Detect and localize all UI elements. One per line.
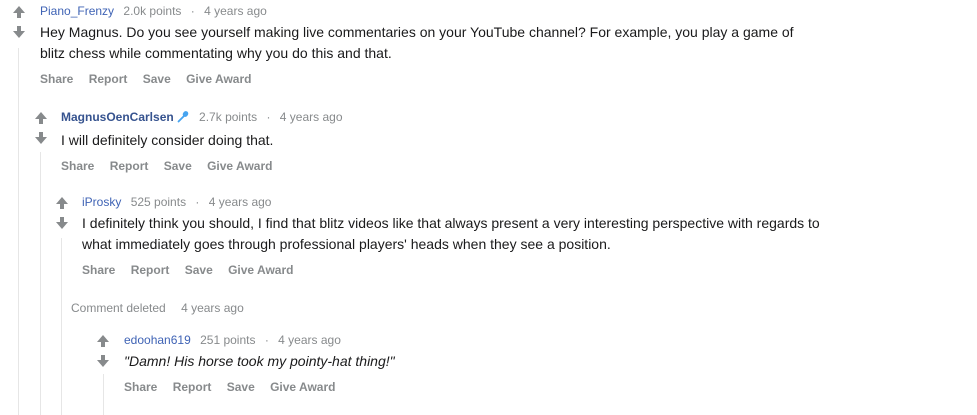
microphone-icon [177, 110, 190, 126]
give-award-button[interactable]: Give Award [207, 159, 272, 173]
save-button[interactable]: Save [143, 72, 171, 86]
comment-age[interactable]: 4 years ago [280, 110, 343, 124]
comment-age[interactable]: 4 years ago [181, 301, 244, 315]
comment-body: I will definitely consider doing that. [61, 130, 343, 151]
comment-body: I definitely think you should, I find th… [82, 213, 820, 255]
give-award-button[interactable]: Give Award [186, 72, 251, 86]
meta-separator: · [195, 195, 200, 209]
comment-author[interactable]: Piano_Frenzy [40, 4, 114, 18]
comment-actions: Share Report Save Give Award [82, 263, 820, 277]
comment-points: 525 points [130, 195, 187, 209]
comment-author[interactable]: iProsky [82, 195, 121, 209]
downvote-arrow-icon[interactable] [12, 25, 26, 39]
comment-actions: Share Report Save Give Award [61, 159, 343, 173]
vote-controls [12, 5, 26, 39]
comment-meta: iProsky 525 points · 4 years ago [82, 195, 820, 209]
thread-line[interactable] [40, 152, 41, 415]
deleted-comment: Comment deleted 4 years ago [71, 301, 244, 315]
downvote-arrow-icon[interactable] [34, 131, 48, 145]
comment-meta: edoohan619 251 points · 4 years ago [124, 333, 395, 347]
thread-line[interactable] [61, 238, 62, 415]
comment-body-line: I definitely think you should, I find th… [82, 215, 820, 231]
comment-meta: Piano_Frenzy 2.0k points · 4 years ago [40, 4, 794, 18]
report-button[interactable]: Report [173, 380, 212, 394]
comment-age[interactable]: 4 years ago [204, 4, 267, 18]
comment-meta: MagnusOenCarlsen 2.7k points · 4 years a… [61, 110, 343, 126]
thread-line[interactable] [103, 374, 104, 415]
comment-points: 2.0k points [123, 4, 182, 18]
vote-controls [55, 196, 69, 230]
comment-body-line: "Damn! His horse took my pointy-hat thin… [124, 353, 395, 369]
report-button[interactable]: Report [89, 72, 128, 86]
comment-body: "Damn! His horse took my pointy-hat thin… [124, 351, 395, 372]
thread-line[interactable] [18, 48, 19, 415]
comment: edoohan619 251 points · 4 years ago "Dam… [124, 333, 395, 394]
meta-separator: · [190, 4, 195, 18]
save-button[interactable]: Save [185, 263, 213, 277]
save-button[interactable]: Save [164, 159, 192, 173]
comment: Piano_Frenzy 2.0k points · 4 years ago H… [40, 4, 794, 86]
vote-controls [34, 111, 48, 145]
vote-controls [96, 334, 110, 368]
comment: MagnusOenCarlsen 2.7k points · 4 years a… [61, 110, 343, 173]
comment: iProsky 525 points · 4 years ago I defin… [82, 195, 820, 277]
comment-body-line: Hey Magnus. Do you see yourself making l… [40, 24, 794, 40]
share-button[interactable]: Share [124, 380, 157, 394]
share-button[interactable]: Share [40, 72, 73, 86]
comment-age[interactable]: 4 years ago [278, 333, 341, 347]
comment-actions: Share Report Save Give Award [124, 380, 395, 394]
upvote-arrow-icon[interactable] [96, 334, 110, 348]
comment-actions: Share Report Save Give Award [40, 72, 794, 86]
report-button[interactable]: Report [131, 263, 170, 277]
comment-body-line: I will definitely consider doing that. [61, 132, 274, 148]
comment-body-line: blitz chess while commentating why you d… [40, 45, 392, 61]
report-button[interactable]: Report [110, 159, 149, 173]
save-button[interactable]: Save [227, 380, 255, 394]
comment-body-line: what immediately goes through profession… [82, 236, 611, 252]
comment-body: Hey Magnus. Do you see yourself making l… [40, 22, 794, 64]
comment-author[interactable]: MagnusOenCarlsen [61, 110, 174, 124]
comment-age[interactable]: 4 years ago [209, 195, 272, 209]
comment-points: 2.7k points [199, 110, 258, 124]
share-button[interactable]: Share [61, 159, 94, 173]
upvote-arrow-icon[interactable] [34, 111, 48, 125]
meta-separator: · [264, 333, 269, 347]
give-award-button[interactable]: Give Award [228, 263, 293, 277]
give-award-button[interactable]: Give Award [270, 380, 335, 394]
comment-points: 251 points [200, 333, 256, 347]
comment-author[interactable]: edoohan619 [124, 333, 191, 347]
deleted-label: Comment deleted [71, 301, 166, 315]
upvote-arrow-icon[interactable] [12, 5, 26, 19]
share-button[interactable]: Share [82, 263, 115, 277]
downvote-arrow-icon[interactable] [55, 216, 69, 230]
upvote-arrow-icon[interactable] [55, 196, 69, 210]
meta-separator: · [266, 110, 271, 124]
downvote-arrow-icon[interactable] [96, 354, 110, 368]
